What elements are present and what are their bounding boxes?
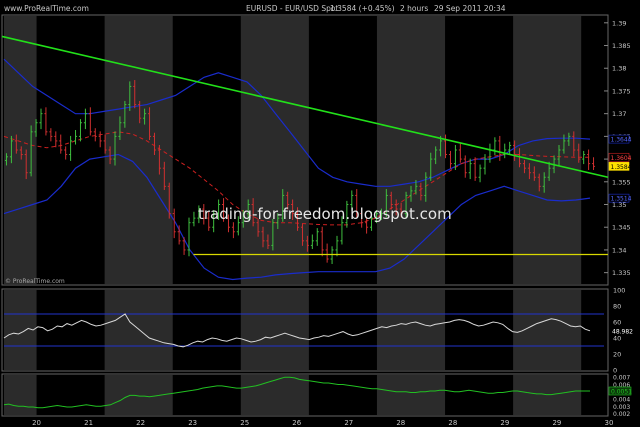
time-tick-label: 21	[84, 419, 93, 427]
lower-tick-label: 0.002	[613, 411, 630, 418]
time-tick-label: 30	[605, 419, 614, 427]
time-tick-label: 28	[396, 419, 405, 427]
session-band	[513, 16, 582, 284]
session-band	[240, 16, 309, 284]
watermark: trading-for-freedom.blogspot.com	[198, 205, 452, 223]
rsi-tick-label: 20	[613, 351, 621, 359]
trading-chart: www.ProRealTime.com EURUSD - EUR/USD Spo…	[0, 0, 640, 427]
price-tick-label: 1.345	[612, 224, 631, 232]
session-band	[4, 375, 37, 415]
price-tick-label: 1.34	[612, 246, 626, 254]
price-tag-bb-mid: 1.3604	[611, 155, 632, 162]
price-tick-label: 1.37	[612, 110, 626, 118]
price-tag-bb-lower: 1.3514	[611, 196, 632, 203]
session-band	[240, 375, 309, 415]
rsi-tick-label: 100	[613, 287, 625, 295]
rsi-tick-label: 60	[613, 319, 621, 327]
price-tick-label: 1.335	[612, 269, 631, 277]
price-tick-label: 1.355	[612, 178, 631, 186]
rsi-tick-label: 80	[613, 303, 621, 311]
price-tick-label: 1.385	[612, 42, 631, 50]
last-price-change: 1.3584 (+0.45%)	[330, 4, 395, 13]
time-tick-label: 27	[344, 419, 353, 427]
instrument-title: EURUSD - EUR/USD Spot	[246, 4, 338, 13]
brand-label: www.ProRealTime.com	[4, 4, 89, 13]
session-band	[376, 290, 446, 370]
session-band	[104, 290, 173, 370]
time-tick-label: 20	[32, 419, 41, 427]
lower-tick-label: 0.004	[613, 397, 630, 404]
price-tick-label: 1.375	[612, 87, 631, 95]
footer-brand: © ProRealTime.com	[5, 278, 65, 285]
datetime-label: 29 Sep 2011 20:34	[434, 4, 506, 13]
time-tick-label: 28	[448, 419, 457, 427]
price-tick-label: 1.39	[612, 19, 626, 27]
rsi-tick-label: 0	[613, 367, 617, 375]
time-tick-label: 29	[552, 419, 561, 427]
time-tick-label: 29	[500, 419, 509, 427]
time-tick-label: 23	[188, 419, 197, 427]
session-band	[240, 290, 309, 370]
session-band	[376, 375, 446, 415]
price-tag-last: 1.3584	[611, 164, 632, 171]
time-tick-label: 22	[136, 419, 145, 427]
lower-axis: 0.0070.0060.0050.0040.0030.002	[613, 375, 630, 418]
lower-tick-label: 0.007	[613, 375, 630, 382]
time-tick-label: 26	[292, 419, 301, 427]
lower-last-label: 0.0051	[611, 389, 632, 396]
session-band	[376, 16, 446, 284]
lower-tick-label: 0.003	[613, 404, 630, 411]
interval-label: 2 hours	[400, 4, 428, 13]
rsi-last-label: 48.982	[612, 328, 633, 335]
time-tick-label: 25	[240, 419, 249, 427]
rsi-tick-label: 40	[613, 335, 621, 343]
price-tick-label: 1.38	[612, 65, 626, 73]
price-tag-bb-upper: 1.3644	[611, 137, 632, 144]
